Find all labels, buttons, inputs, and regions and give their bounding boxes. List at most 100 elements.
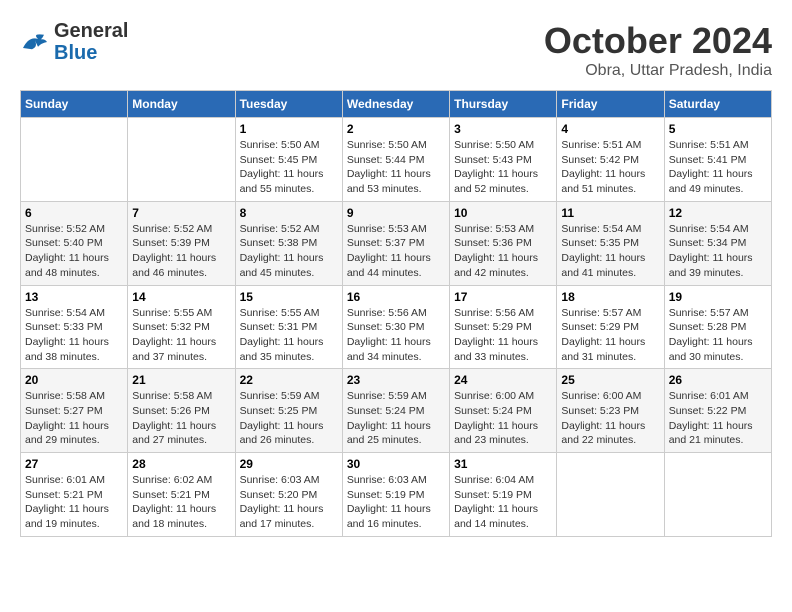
day-number: 31 — [454, 457, 552, 471]
day-number: 23 — [347, 373, 445, 387]
calendar-cell-5-5: 31 Sunrise: 6:04 AMSunset: 5:19 PMDayligh… — [450, 453, 557, 537]
day-number: 9 — [347, 206, 445, 220]
day-info: Sunrise: 5:50 AMSunset: 5:44 PMDaylight:… — [347, 138, 445, 197]
day-info: Sunrise: 5:54 AMSunset: 5:33 PMDaylight:… — [25, 306, 123, 365]
day-info: Sunrise: 5:56 AMSunset: 5:30 PMDaylight:… — [347, 306, 445, 365]
day-info: Sunrise: 5:54 AMSunset: 5:35 PMDaylight:… — [561, 222, 659, 281]
day-number: 25 — [561, 373, 659, 387]
day-number: 16 — [347, 290, 445, 304]
day-info: Sunrise: 6:03 AMSunset: 5:19 PMDaylight:… — [347, 473, 445, 532]
calendar-cell-2-5: 10 Sunrise: 5:53 AMSunset: 5:36 PMDayligh… — [450, 201, 557, 285]
calendar-cell-3-5: 17Sunrise: 5:56 AMSunset: 5:29 PMDayligh… — [450, 285, 557, 369]
week-row-1: 1 Sunrise: 5:50 AMSunset: 5:45 PMDaylight… — [21, 118, 772, 202]
calendar-cell-3-6: 18Sunrise: 5:57 AMSunset: 5:29 PMDayligh… — [557, 285, 664, 369]
day-info: Sunrise: 5:51 AMSunset: 5:42 PMDaylight:… — [561, 138, 659, 197]
calendar-cell-5-7 — [664, 453, 771, 537]
day-number: 26 — [669, 373, 767, 387]
day-info: Sunrise: 5:50 AMSunset: 5:45 PMDaylight:… — [240, 138, 338, 197]
calendar-cell-3-2: 14Sunrise: 5:55 AMSunset: 5:32 PMDayligh… — [128, 285, 235, 369]
day-info: Sunrise: 6:00 AMSunset: 5:24 PMDaylight:… — [454, 389, 552, 448]
col-wednesday: Wednesday — [342, 91, 449, 118]
location: Obra, Uttar Pradesh, India — [544, 62, 772, 80]
page-header: General Blue October 2024 Obra, Uttar Pr… — [20, 20, 772, 80]
day-info: Sunrise: 5:58 AMSunset: 5:26 PMDaylight:… — [132, 389, 230, 448]
calendar-header-row: Sunday Monday Tuesday Wednesday Thursday… — [21, 91, 772, 118]
day-info: Sunrise: 6:04 AMSunset: 5:19 PMDaylight:… — [454, 473, 552, 532]
day-number: 8 — [240, 206, 338, 220]
day-info: Sunrise: 5:59 AMSunset: 5:25 PMDaylight:… — [240, 389, 338, 448]
calendar-cell-4-2: 21Sunrise: 5:58 AMSunset: 5:26 PMDayligh… — [128, 369, 235, 453]
calendar-cell-5-6 — [557, 453, 664, 537]
calendar-cell-3-1: 13 Sunrise: 5:54 AMSunset: 5:33 PMDayligh… — [21, 285, 128, 369]
calendar-cell-4-4: 23Sunrise: 5:59 AMSunset: 5:24 PMDayligh… — [342, 369, 449, 453]
col-thursday: Thursday — [450, 91, 557, 118]
calendar-cell-4-1: 20 Sunrise: 5:58 AMSunset: 5:27 PMDayligh… — [21, 369, 128, 453]
day-info: Sunrise: 5:54 AMSunset: 5:34 PMDaylight:… — [669, 222, 767, 281]
title-section: October 2024 Obra, Uttar Pradesh, India — [544, 20, 772, 80]
day-number: 22 — [240, 373, 338, 387]
day-number: 24 — [454, 373, 552, 387]
calendar-cell-4-6: 25 Sunrise: 6:00 AMSunset: 5:23 PMDayligh… — [557, 369, 664, 453]
day-number: 29 — [240, 457, 338, 471]
day-number: 18 — [561, 290, 659, 304]
day-number: 10 — [454, 206, 552, 220]
col-tuesday: Tuesday — [235, 91, 342, 118]
calendar-cell-5-4: 30Sunrise: 6:03 AMSunset: 5:19 PMDayligh… — [342, 453, 449, 537]
day-info: Sunrise: 5:55 AMSunset: 5:32 PMDaylight:… — [132, 306, 230, 365]
calendar-cell-2-2: 7Sunrise: 5:52 AMSunset: 5:39 PMDaylight… — [128, 201, 235, 285]
day-number: 20 — [25, 373, 123, 387]
day-info: Sunrise: 5:52 AMSunset: 5:40 PMDaylight:… — [25, 222, 123, 281]
day-info: Sunrise: 6:03 AMSunset: 5:20 PMDaylight:… — [240, 473, 338, 532]
calendar-cell-5-3: 29 Sunrise: 6:03 AMSunset: 5:20 PMDayligh… — [235, 453, 342, 537]
logo-blue: Blue — [54, 42, 97, 64]
week-row-4: 20 Sunrise: 5:58 AMSunset: 5:27 PMDayligh… — [21, 369, 772, 453]
day-number: 13 — [25, 290, 123, 304]
calendar-cell-2-4: 9 Sunrise: 5:53 AMSunset: 5:37 PMDaylight… — [342, 201, 449, 285]
calendar-cell-1-2 — [128, 118, 235, 202]
day-number: 6 — [25, 206, 123, 220]
calendar-cell-5-2: 28 Sunrise: 6:02 AMSunset: 5:21 PMDayligh… — [128, 453, 235, 537]
day-number: 4 — [561, 122, 659, 136]
calendar-cell-1-1 — [21, 118, 128, 202]
day-info: Sunrise: 6:01 AMSunset: 5:22 PMDaylight:… — [669, 389, 767, 448]
day-number: 5 — [669, 122, 767, 136]
calendar-cell-1-7: 5Sunrise: 5:51 AMSunset: 5:41 PMDaylight… — [664, 118, 771, 202]
calendar-cell-5-1: 27Sunrise: 6:01 AMSunset: 5:21 PMDayligh… — [21, 453, 128, 537]
day-number: 1 — [240, 122, 338, 136]
calendar-cell-3-4: 16 Sunrise: 5:56 AMSunset: 5:30 PMDayligh… — [342, 285, 449, 369]
calendar-cell-2-3: 8 Sunrise: 5:52 AMSunset: 5:38 PMDaylight… — [235, 201, 342, 285]
calendar-cell-3-7: 19 Sunrise: 5:57 AMSunset: 5:28 PMDayligh… — [664, 285, 771, 369]
day-info: Sunrise: 6:00 AMSunset: 5:23 PMDaylight:… — [561, 389, 659, 448]
calendar-cell-2-7: 12 Sunrise: 5:54 AMSunset: 5:34 PMDayligh… — [664, 201, 771, 285]
day-number: 12 — [669, 206, 767, 220]
day-number: 17 — [454, 290, 552, 304]
calendar-cell-1-3: 1 Sunrise: 5:50 AMSunset: 5:45 PMDaylight… — [235, 118, 342, 202]
logo: General Blue — [20, 20, 128, 64]
day-number: 7 — [132, 206, 230, 220]
day-info: Sunrise: 5:57 AMSunset: 5:28 PMDaylight:… — [669, 306, 767, 365]
col-saturday: Saturday — [664, 91, 771, 118]
day-info: Sunrise: 5:55 AMSunset: 5:31 PMDaylight:… — [240, 306, 338, 365]
calendar-table: Sunday Monday Tuesday Wednesday Thursday… — [20, 90, 772, 537]
calendar-cell-1-4: 2Sunrise: 5:50 AMSunset: 5:44 PMDaylight… — [342, 118, 449, 202]
logo-text: General Blue — [54, 20, 128, 64]
day-info: Sunrise: 5:52 AMSunset: 5:38 PMDaylight:… — [240, 222, 338, 281]
day-info: Sunrise: 5:58 AMSunset: 5:27 PMDaylight:… — [25, 389, 123, 448]
calendar-cell-4-3: 22 Sunrise: 5:59 AMSunset: 5:25 PMDayligh… — [235, 369, 342, 453]
day-number: 11 — [561, 206, 659, 220]
day-number: 15 — [240, 290, 338, 304]
calendar-cell-3-3: 15 Sunrise: 5:55 AMSunset: 5:31 PMDayligh… — [235, 285, 342, 369]
month-title: October 2024 — [544, 20, 772, 62]
day-number: 28 — [132, 457, 230, 471]
day-number: 3 — [454, 122, 552, 136]
col-sunday: Sunday — [21, 91, 128, 118]
col-friday: Friday — [557, 91, 664, 118]
day-number: 19 — [669, 290, 767, 304]
calendar-cell-4-5: 24 Sunrise: 6:00 AMSunset: 5:24 PMDayligh… — [450, 369, 557, 453]
logo-icon — [20, 30, 50, 54]
calendar-cell-2-6: 11 Sunrise: 5:54 AMSunset: 5:35 PMDayligh… — [557, 201, 664, 285]
day-info: Sunrise: 5:53 AMSunset: 5:37 PMDaylight:… — [347, 222, 445, 281]
day-info: Sunrise: 6:01 AMSunset: 5:21 PMDaylight:… — [25, 473, 123, 532]
day-info: Sunrise: 6:02 AMSunset: 5:21 PMDaylight:… — [132, 473, 230, 532]
day-info: Sunrise: 5:53 AMSunset: 5:36 PMDaylight:… — [454, 222, 552, 281]
